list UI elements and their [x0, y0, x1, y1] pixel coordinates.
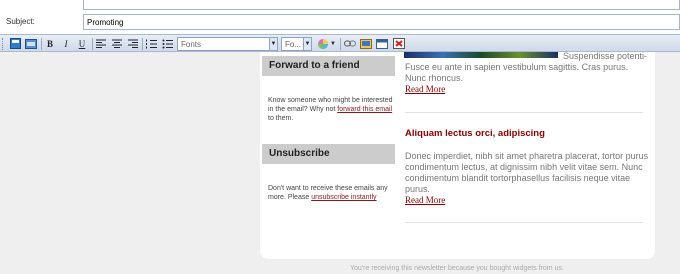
unsubscribe-text: Don't want to receive these emails any m…	[268, 185, 388, 201]
color-picker-icon[interactable]	[316, 37, 330, 50]
recipient-row	[0, 0, 680, 12]
align-center-icon[interactable]	[110, 37, 124, 50]
save-icon[interactable]	[8, 37, 22, 50]
article-image	[404, 52, 558, 58]
font-size-value: Fo...	[285, 40, 302, 49]
toolbar-grip[interactable]	[2, 38, 5, 50]
forward-link[interactable]: forward this email	[337, 106, 392, 113]
table-icon[interactable]	[375, 37, 389, 50]
chevron-down-icon: ▼	[269, 38, 277, 50]
font-size-select[interactable]: Fo... ▼	[281, 37, 312, 51]
article-divider	[405, 222, 643, 223]
align-right-icon[interactable]	[126, 37, 140, 50]
footer-text: You're receiving this newsletter because…	[350, 265, 564, 272]
read-more-link[interactable]: Read More	[405, 84, 445, 94]
italic-icon[interactable]: I	[59, 37, 73, 50]
chevron-down-icon[interactable]: ▼	[329, 37, 337, 50]
underline-icon[interactable]: U	[75, 37, 89, 50]
font-family-select[interactable]: Fonts ▼	[177, 37, 278, 51]
align-left-icon[interactable]	[94, 37, 108, 50]
newsletter-card: Forward to a friend Know someone who mig…	[260, 51, 655, 259]
forward-text: Know someone who might be interested in …	[268, 97, 393, 122]
article-body: Donec imperdiet, nibh sit amet pharetra …	[405, 151, 649, 194]
article-partial-line: Suspendisse potenti-	[563, 51, 648, 61]
editor-toolbar: B I U Fonts ▼ Fo... ▼ ▼	[0, 34, 680, 52]
link-icon[interactable]	[343, 37, 357, 50]
subject-label: Subject:	[6, 17, 35, 26]
font-family-value: Fonts	[181, 40, 202, 49]
bullet-list-icon[interactable]	[160, 37, 174, 50]
article-title: Aliquam lectus orci, adipiscing	[405, 128, 545, 139]
source-view-icon[interactable]	[24, 37, 38, 50]
delete-table-icon[interactable]	[392, 37, 406, 50]
recipient-field[interactable]	[83, 0, 680, 10]
read-more-link[interactable]: Read More	[405, 195, 445, 205]
chevron-down-icon: ▼	[303, 38, 311, 50]
subject-input[interactable]: Promoting	[83, 14, 680, 30]
article-divider	[405, 112, 643, 113]
editor-canvas[interactable]: Forward to a friend Know someone who mig…	[0, 51, 680, 274]
article-body: Fusce eu ante in sapien vestibulum sagit…	[405, 62, 629, 83]
bold-icon[interactable]: B	[43, 37, 57, 50]
unsubscribe-link[interactable]: unsubscribe instantly	[311, 194, 376, 201]
unsubscribe-heading: Unsubscribe	[262, 144, 395, 164]
image-icon[interactable]	[359, 37, 373, 50]
forward-heading: Forward to a friend	[262, 56, 395, 76]
subject-row: Subject: Promoting	[0, 12, 680, 34]
numbered-list-icon[interactable]	[144, 37, 158, 50]
